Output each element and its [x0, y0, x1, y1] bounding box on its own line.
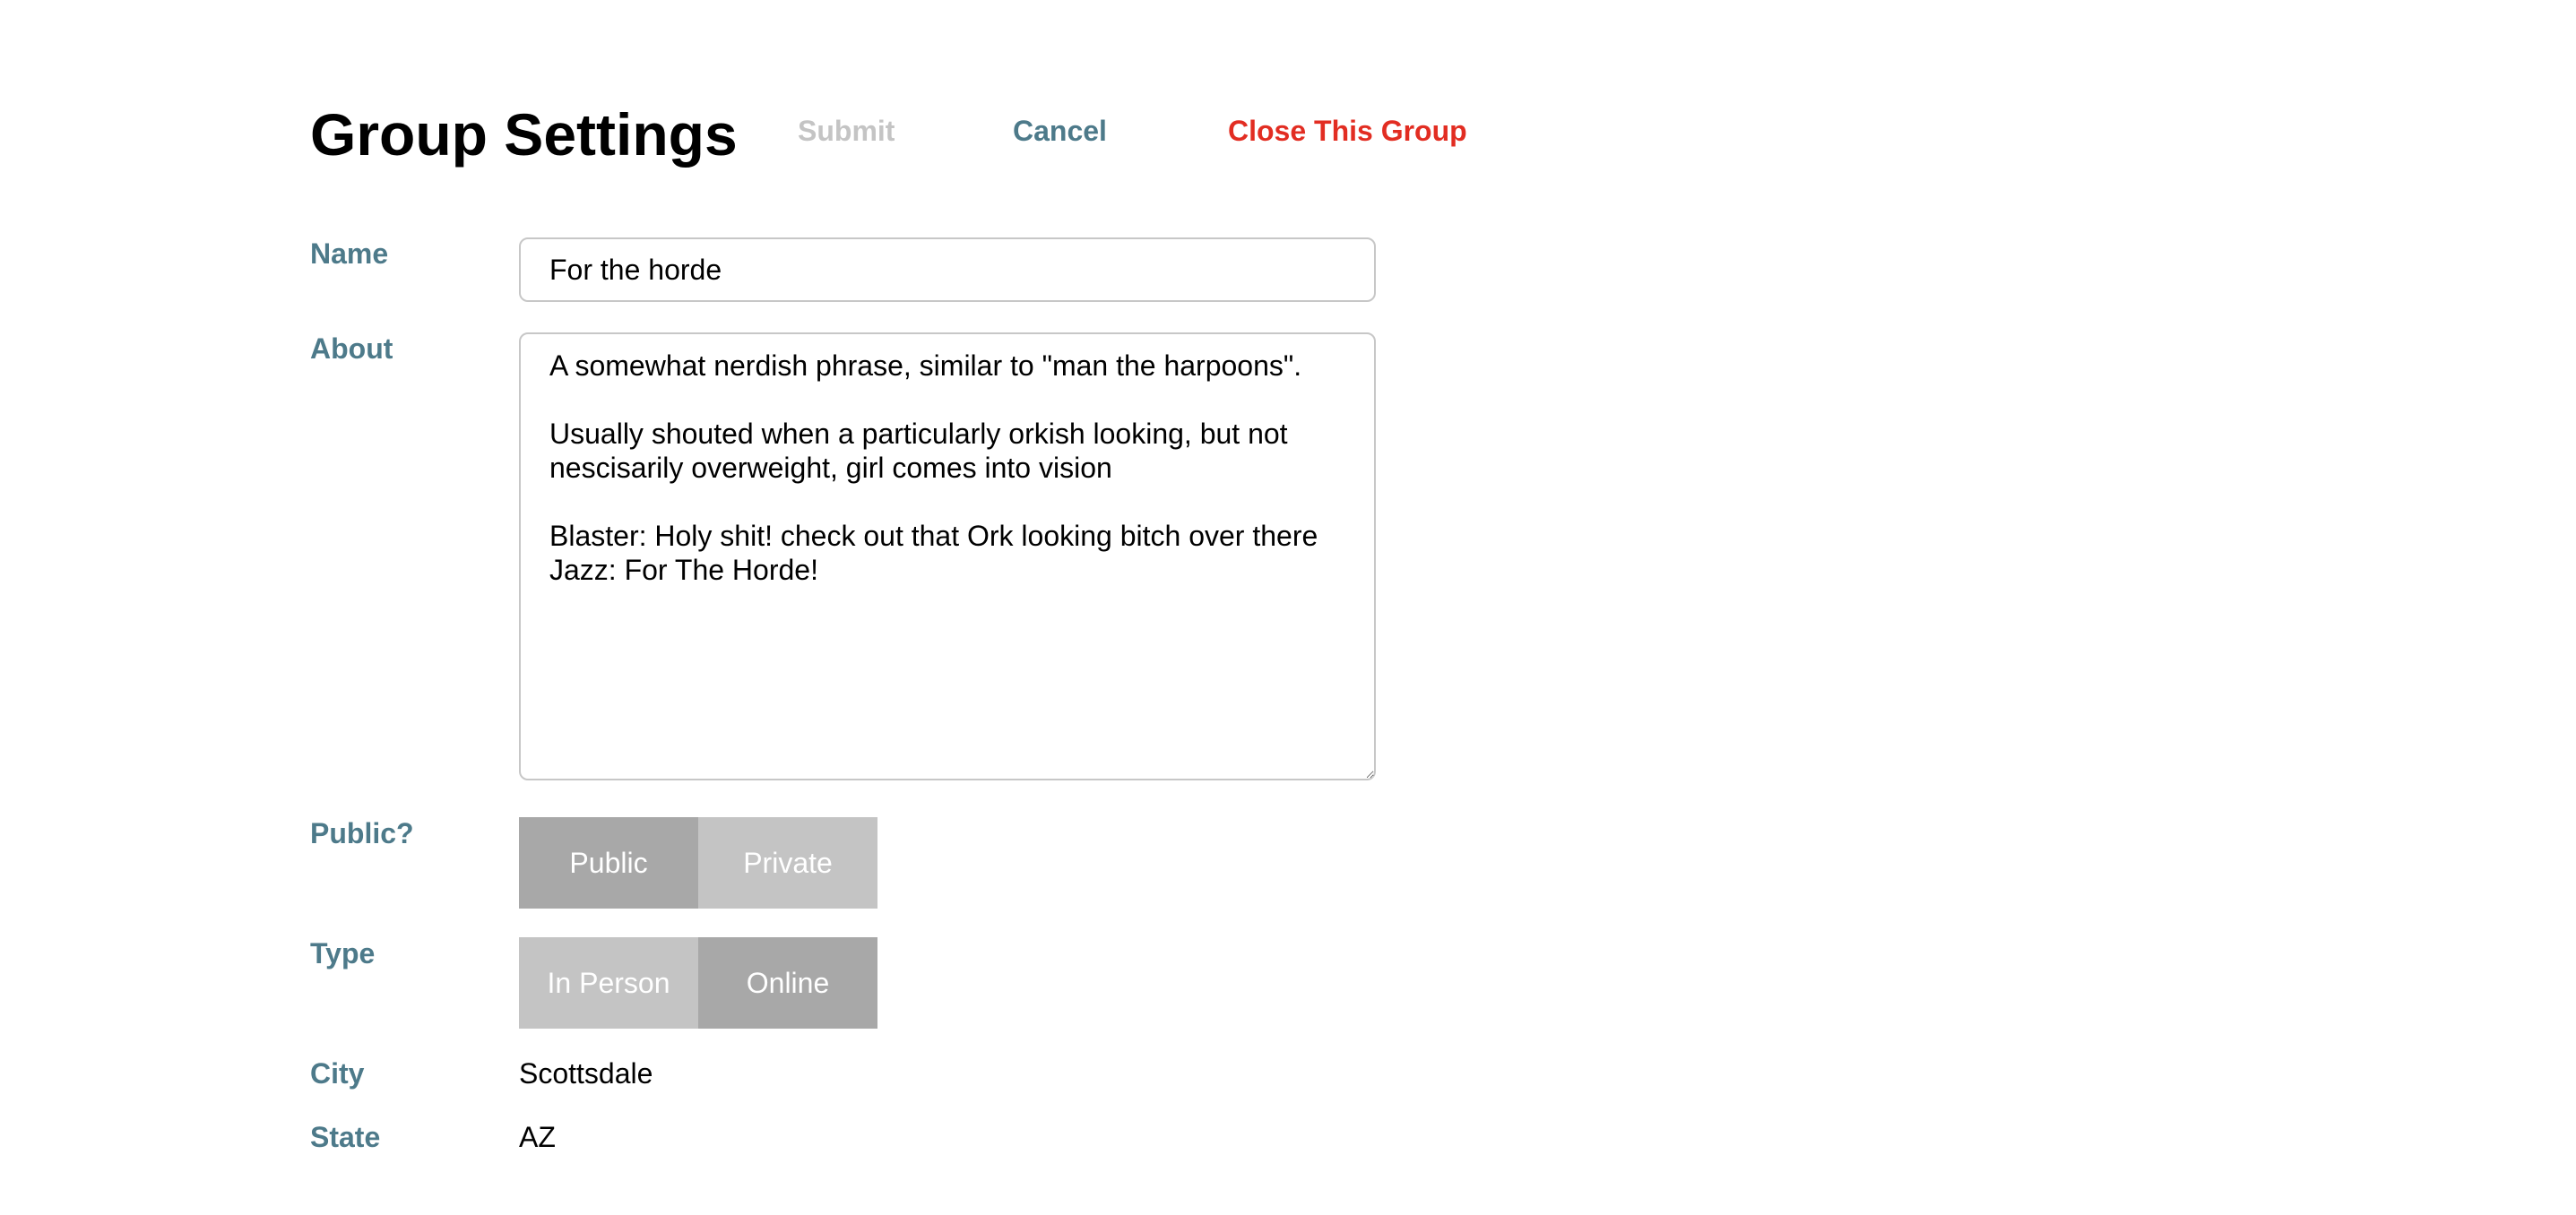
close-group-button[interactable]: Close This Group: [1228, 115, 1467, 148]
about-label: About: [310, 332, 393, 365]
state-value: AZ: [519, 1121, 556, 1153]
in-person-option-button[interactable]: In Person: [519, 937, 698, 1029]
public-toggle-group: Public Private: [519, 817, 877, 909]
online-option-button[interactable]: Online: [698, 937, 877, 1029]
city-label: City: [310, 1057, 365, 1090]
page-title: Group Settings: [310, 101, 738, 168]
public-option-button[interactable]: Public: [519, 817, 698, 909]
type-label: Type: [310, 937, 376, 969]
public-label: Public?: [310, 817, 414, 849]
state-label: State: [310, 1121, 381, 1153]
submit-button[interactable]: Submit: [798, 115, 895, 148]
cancel-button[interactable]: Cancel: [1013, 115, 1107, 148]
group-settings-page: Group Settings Submit Cancel Close This …: [310, 0, 2013, 1215]
name-input[interactable]: [519, 237, 1376, 302]
name-label: Name: [310, 237, 389, 270]
about-textarea[interactable]: A somewhat nerdish phrase, similar to "m…: [519, 332, 1376, 780]
type-toggle-group: In Person Online: [519, 937, 877, 1029]
city-value: Scottsdale: [519, 1057, 653, 1090]
page-header: Group Settings Submit Cancel Close This …: [310, 99, 1467, 170]
private-option-button[interactable]: Private: [698, 817, 877, 909]
